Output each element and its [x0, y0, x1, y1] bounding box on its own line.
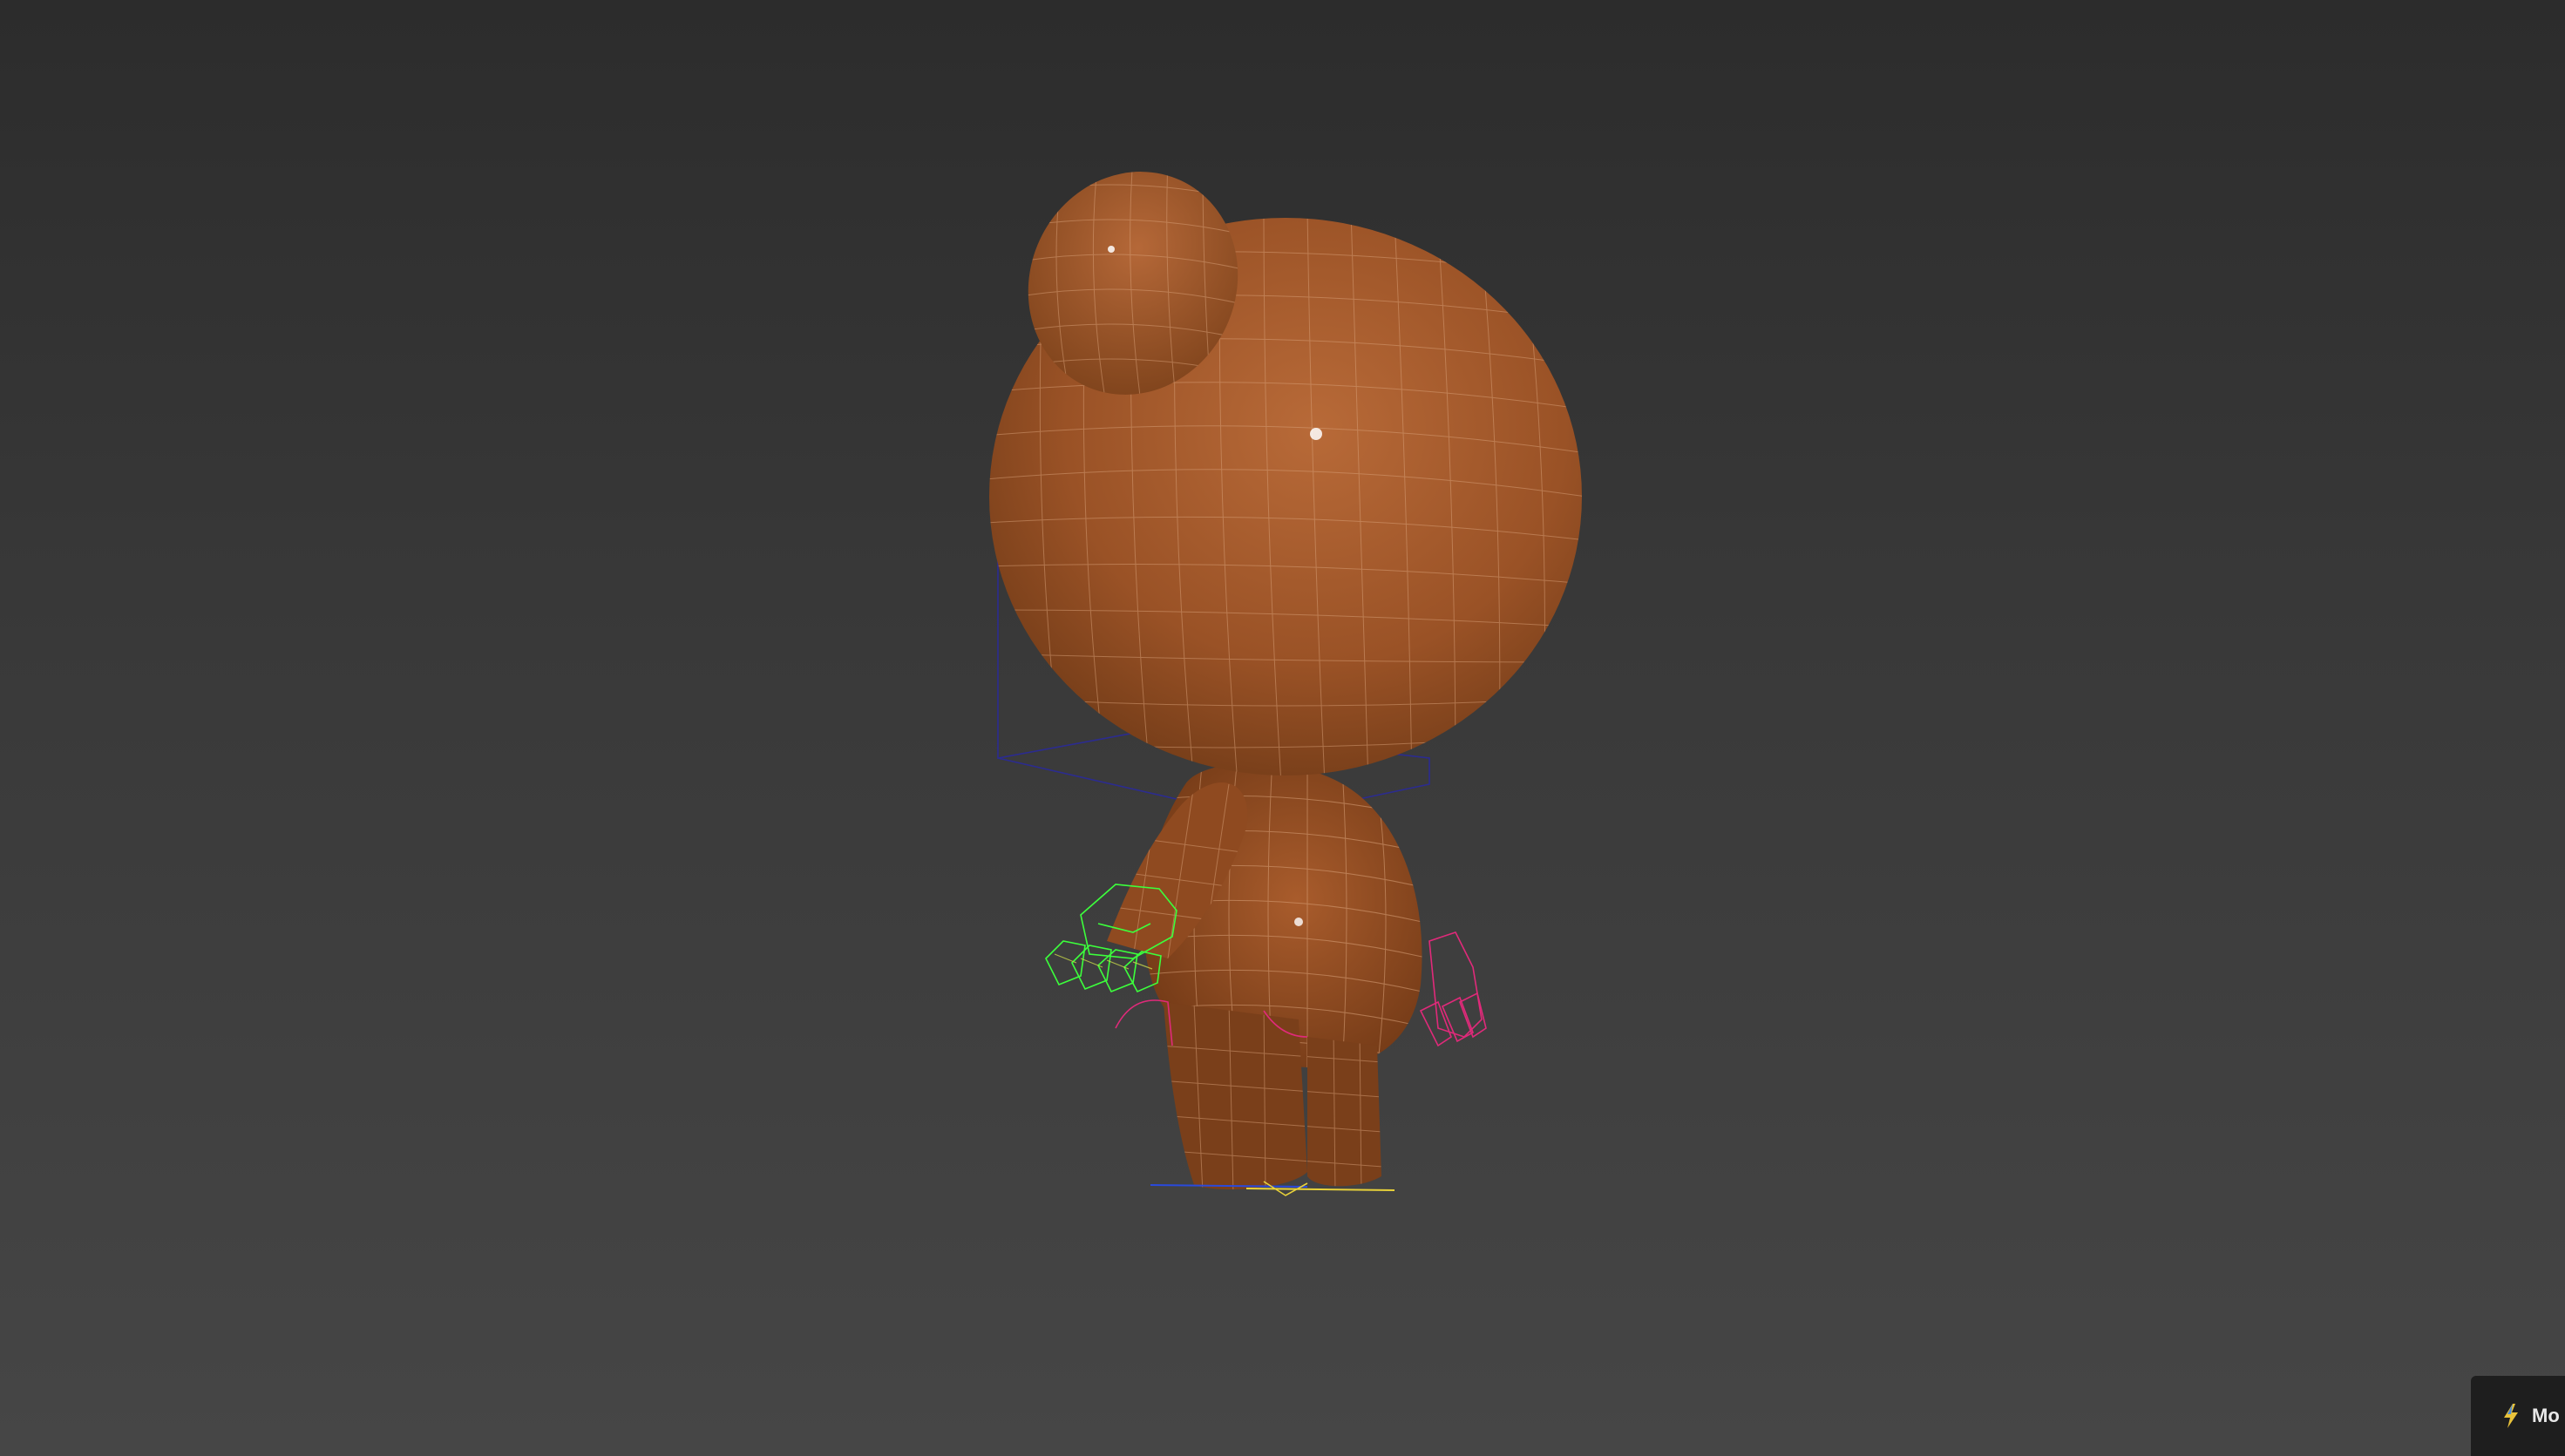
head-specular	[1310, 428, 1322, 440]
status-badge[interactable]: Mo	[2471, 1376, 2565, 1456]
perspective-viewport[interactable]: Mo	[0, 0, 2565, 1456]
status-badge-label: Mo	[2532, 1405, 2560, 1426]
torso-specular	[1294, 918, 1303, 926]
ear-specular	[1108, 246, 1115, 253]
lightning-icon	[2501, 1402, 2521, 1430]
scene-canvas[interactable]	[0, 0, 2565, 1456]
